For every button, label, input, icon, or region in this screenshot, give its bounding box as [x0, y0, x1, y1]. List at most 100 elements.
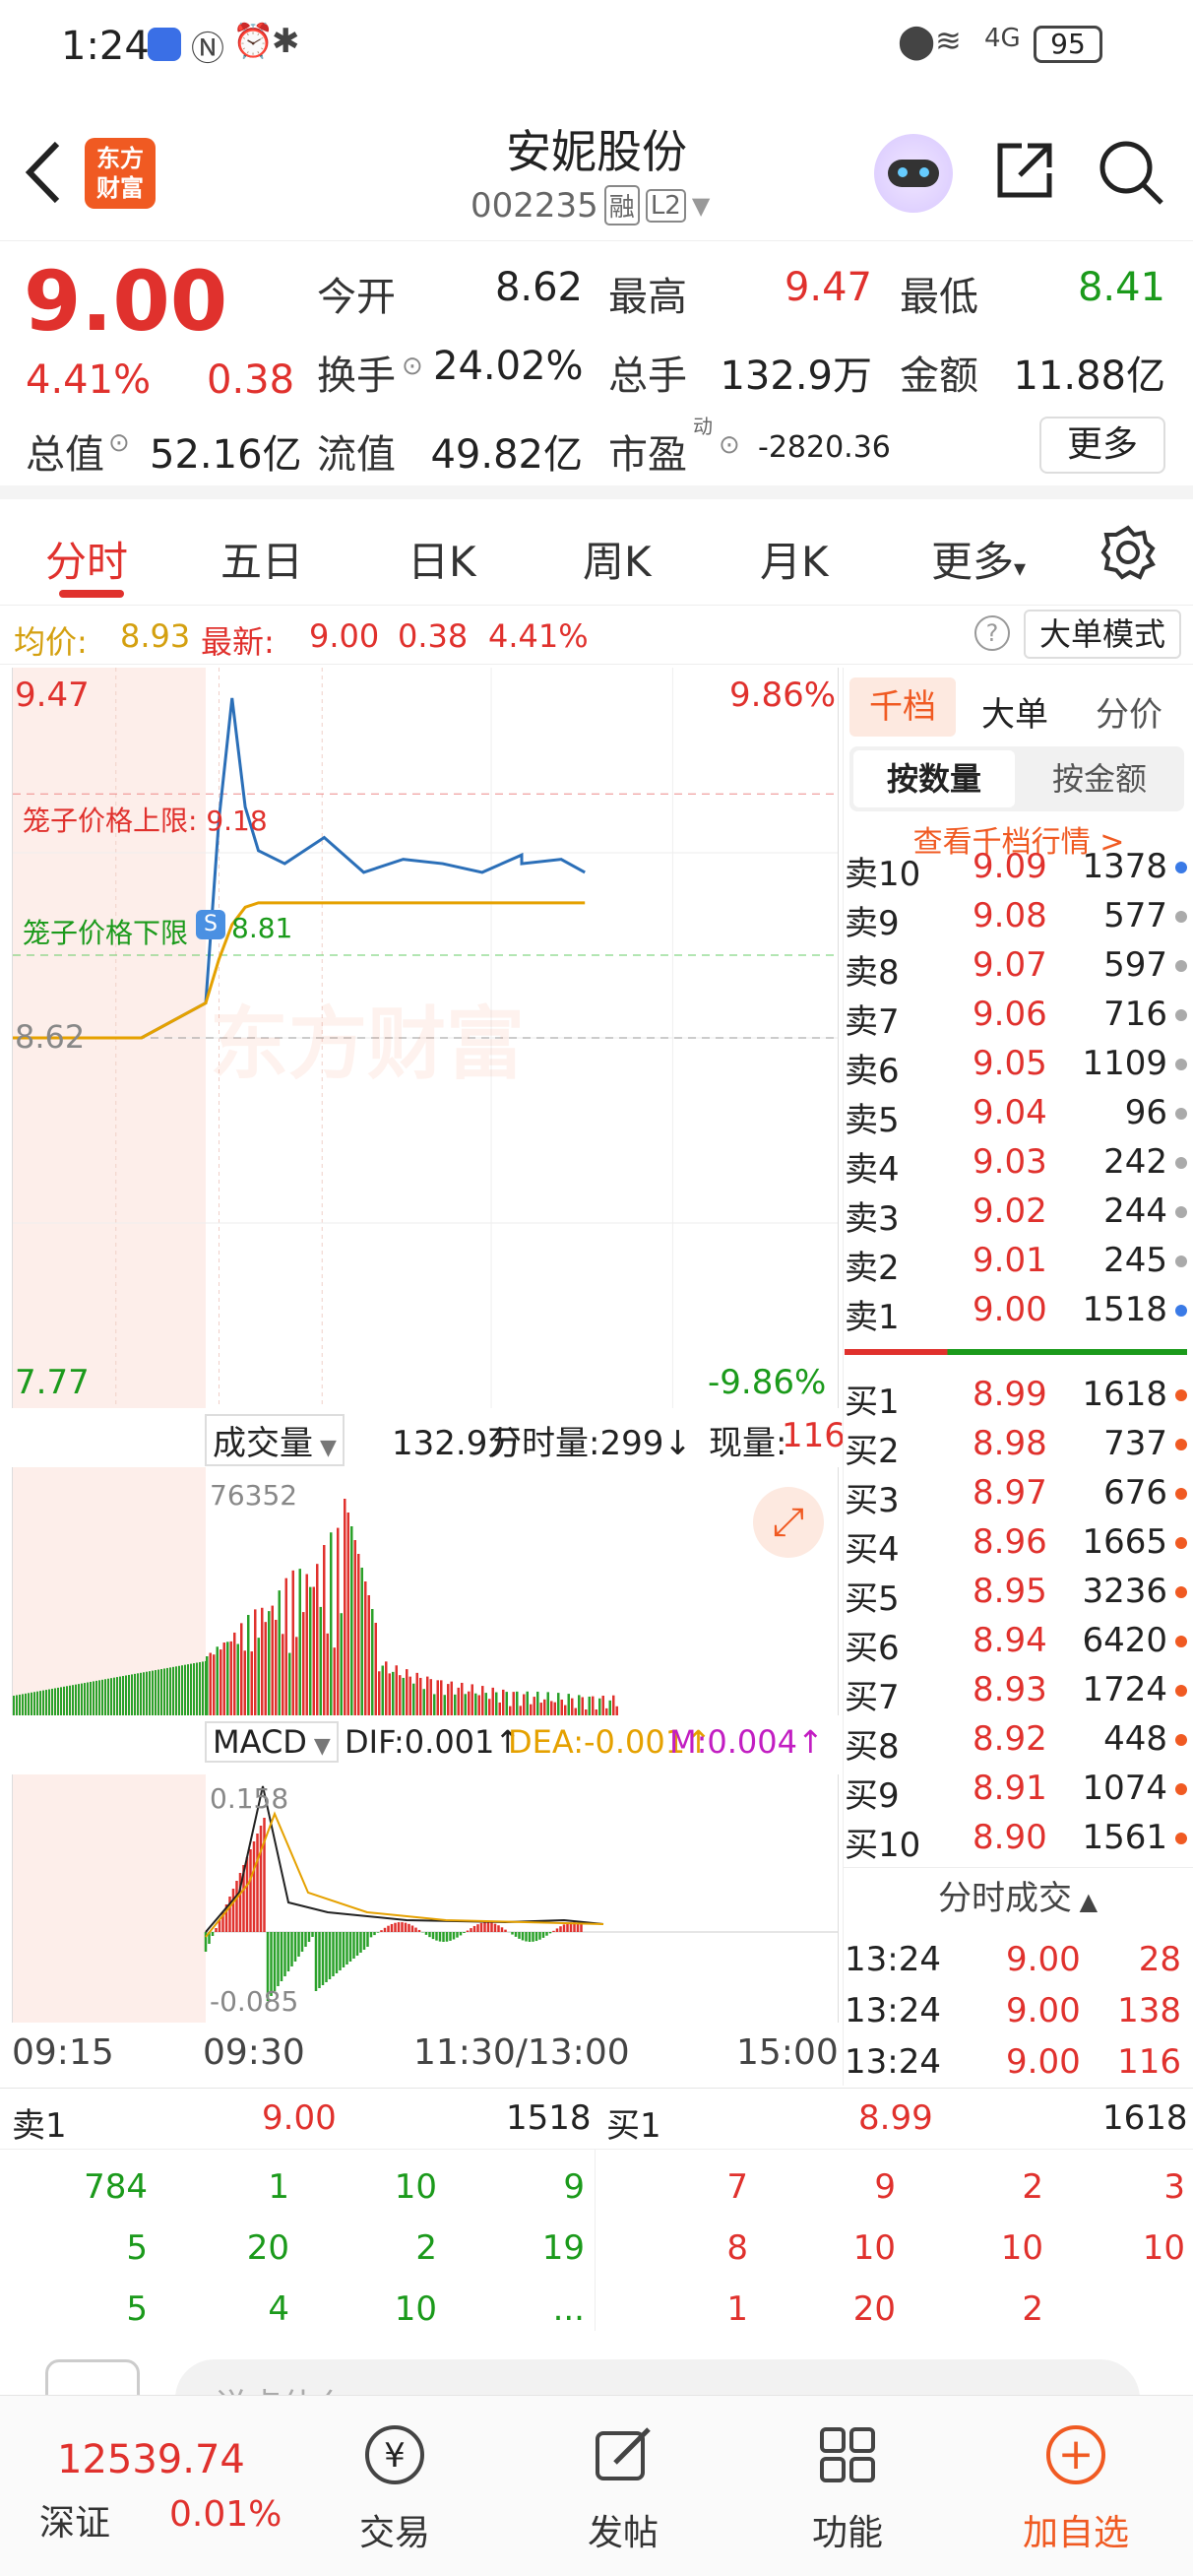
- bid-row[interactable]: 买7 8.93 1724: [845, 1666, 1189, 1717]
- ask-row[interactable]: 卖3 9.02 244: [845, 1188, 1189, 1239]
- trade-button[interactable]: ¥ 交易: [321, 2415, 469, 2563]
- ask-row[interactable]: 卖7 9.06 716: [845, 991, 1189, 1042]
- volume-bar: [367, 1595, 370, 1715]
- help-icon[interactable]: ?: [974, 615, 1010, 651]
- macd-chart[interactable]: 0.158 -0.085: [12, 1774, 839, 2023]
- info-icon[interactable]: ⊙: [108, 428, 130, 458]
- big-order-mode-button[interactable]: 大单模式: [1024, 610, 1181, 659]
- tab-monthly-k[interactable]: 月K: [760, 529, 829, 589]
- volume-bar: [598, 1698, 601, 1715]
- battery-indicator: 95: [1034, 26, 1102, 63]
- volume-bar: [519, 1706, 522, 1715]
- volume-bar: [536, 1691, 539, 1715]
- ask-row[interactable]: 卖10 9.09 1378: [845, 843, 1189, 894]
- info-icon[interactable]: ⊙: [719, 430, 740, 460]
- volume-now-value: 116: [782, 1416, 846, 1455]
- expand-icon[interactable]: ⤢: [753, 1487, 824, 1558]
- volume-bar: [107, 1678, 109, 1715]
- volume-bar: [488, 1699, 491, 1715]
- app-notification-icon: [148, 28, 181, 61]
- volume-bar: [436, 1680, 439, 1715]
- bid-row[interactable]: 买10 8.90 1561: [845, 1814, 1189, 1865]
- volume-indicator-select[interactable]: 成交量 ▼: [205, 1414, 345, 1466]
- ask-row[interactable]: 卖4 9.03 242: [845, 1138, 1189, 1190]
- ask-row[interactable]: 卖5 9.04 96: [845, 1089, 1189, 1140]
- bid-row[interactable]: 买4 8.96 1665: [845, 1518, 1189, 1570]
- share-icon[interactable]: [992, 138, 1057, 203]
- bottom-nav: 12539.74 深证 0.01% ¥ 交易 发帖 功能 + 加自选: [0, 2395, 1193, 2576]
- settings-gear-icon[interactable]: [1100, 525, 1156, 580]
- volume-bar: [69, 1685, 71, 1715]
- volume-bar: [166, 1667, 168, 1715]
- chart-min-pct: -9.86%: [708, 1363, 827, 1402]
- change-percent: 4.41%: [26, 357, 152, 403]
- more-button[interactable]: 更多: [1039, 417, 1165, 474]
- level-label: 买7: [845, 1678, 900, 1717]
- level-price: 8.98: [973, 1424, 1047, 1463]
- tab-intraday[interactable]: 分时: [45, 529, 128, 589]
- tab-big-order[interactable]: 大单: [981, 687, 1048, 736]
- pre-market-band: [13, 1774, 206, 2023]
- tab-weekly-k[interactable]: 周K: [583, 529, 652, 589]
- bid-row[interactable]: 买5 8.95 3236: [845, 1568, 1189, 1619]
- volume-bar: [330, 1532, 333, 1715]
- ask-row[interactable]: 卖9 9.08 577: [845, 892, 1189, 943]
- tab-level-thousand[interactable]: 千档: [849, 677, 956, 737]
- index-name[interactable]: 深证: [39, 2494, 110, 2545]
- time-tick: 15:00: [736, 2032, 839, 2073]
- price-chart[interactable]: 东方财富 9.47 9.86% 7.77 -9.86% 8.62 笼子价格上限:…: [12, 668, 839, 1408]
- stock-code-row[interactable]: 002235 融 L2 ▼: [471, 185, 710, 225]
- volume-bar: [491, 1687, 494, 1715]
- post-button[interactable]: 发帖: [549, 2415, 697, 2563]
- tab-daily-k[interactable]: 日K: [408, 529, 476, 589]
- level-label: 卖8: [845, 953, 900, 993]
- tab-price-dist[interactable]: 分价: [1096, 687, 1162, 736]
- search-icon[interactable]: [1097, 138, 1165, 207]
- sort-by-quantity[interactable]: 按数量: [853, 750, 1015, 807]
- comment-bar: 说点什么...: [0, 2334, 1193, 2438]
- bid-row[interactable]: 买2 8.98 737: [845, 1420, 1189, 1471]
- ask-row[interactable]: 卖6 9.05 1109: [845, 1040, 1189, 1091]
- ask-row[interactable]: 卖8 9.07 597: [845, 941, 1189, 993]
- macd-indicator-select[interactable]: MACD ▼: [205, 1721, 339, 1763]
- level-price: 9.01: [973, 1241, 1047, 1280]
- ask-row[interactable]: 卖2 9.01 245: [845, 1237, 1189, 1288]
- volume-bar: [45, 1690, 47, 1715]
- ticks-toggle[interactable]: 分时成交 ▲: [843, 1867, 1193, 1928]
- bid-row[interactable]: 买9 8.91 1074: [845, 1765, 1189, 1816]
- tab-more[interactable]: 更多▾: [931, 529, 1026, 589]
- chart-min-price: 7.77: [15, 1363, 90, 1402]
- level-dot: [1175, 1636, 1187, 1647]
- volume-bar: [426, 1676, 429, 1715]
- sort-by-amount[interactable]: 按金额: [1019, 750, 1180, 807]
- level-volume: 244: [1103, 1191, 1167, 1231]
- queue-ask-vol: 1518: [506, 2098, 592, 2138]
- volume-chart[interactable]: 76352 ⤢: [12, 1467, 839, 1715]
- bid-row[interactable]: 买3 8.97 676: [845, 1469, 1189, 1520]
- grid-icon: [820, 2427, 875, 2482]
- volume-bar: [357, 1554, 360, 1715]
- add-watchlist-label: 加自选: [1022, 2513, 1129, 2553]
- tab-five-day[interactable]: 五日: [220, 529, 303, 589]
- macd-min: -0.085: [210, 1985, 299, 2018]
- bid-row[interactable]: 买6 8.94 6420: [845, 1617, 1189, 1668]
- assistant-robot-icon[interactable]: [874, 134, 953, 213]
- info-icon[interactable]: ⊙: [402, 352, 423, 381]
- volume-bar: [498, 1702, 501, 1715]
- queue-bid-cell: 10: [1000, 2228, 1043, 2268]
- index-percent[interactable]: 0.01%: [169, 2494, 282, 2535]
- ask-row[interactable]: 卖1 9.00 1518: [845, 1286, 1189, 1337]
- volume-bar: [140, 1672, 142, 1715]
- volume-bar: [169, 1667, 171, 1715]
- queue-ask-cell: 784: [84, 2167, 148, 2207]
- cage-upper-label: 笼子价格上限: 9.18: [23, 805, 268, 837]
- bid-row[interactable]: 买8 8.92 448: [845, 1715, 1189, 1767]
- function-button[interactable]: 功能: [774, 2415, 921, 2563]
- volume-bar: [557, 1693, 560, 1715]
- volume-bar: [275, 1619, 278, 1715]
- level-dot: [1175, 862, 1187, 873]
- bid-row[interactable]: 买1 8.99 1618: [845, 1371, 1189, 1422]
- index-value[interactable]: 12539.74: [57, 2437, 245, 2482]
- volume-bar: [271, 1605, 274, 1715]
- add-watchlist-button[interactable]: + 加自选: [1002, 2415, 1150, 2563]
